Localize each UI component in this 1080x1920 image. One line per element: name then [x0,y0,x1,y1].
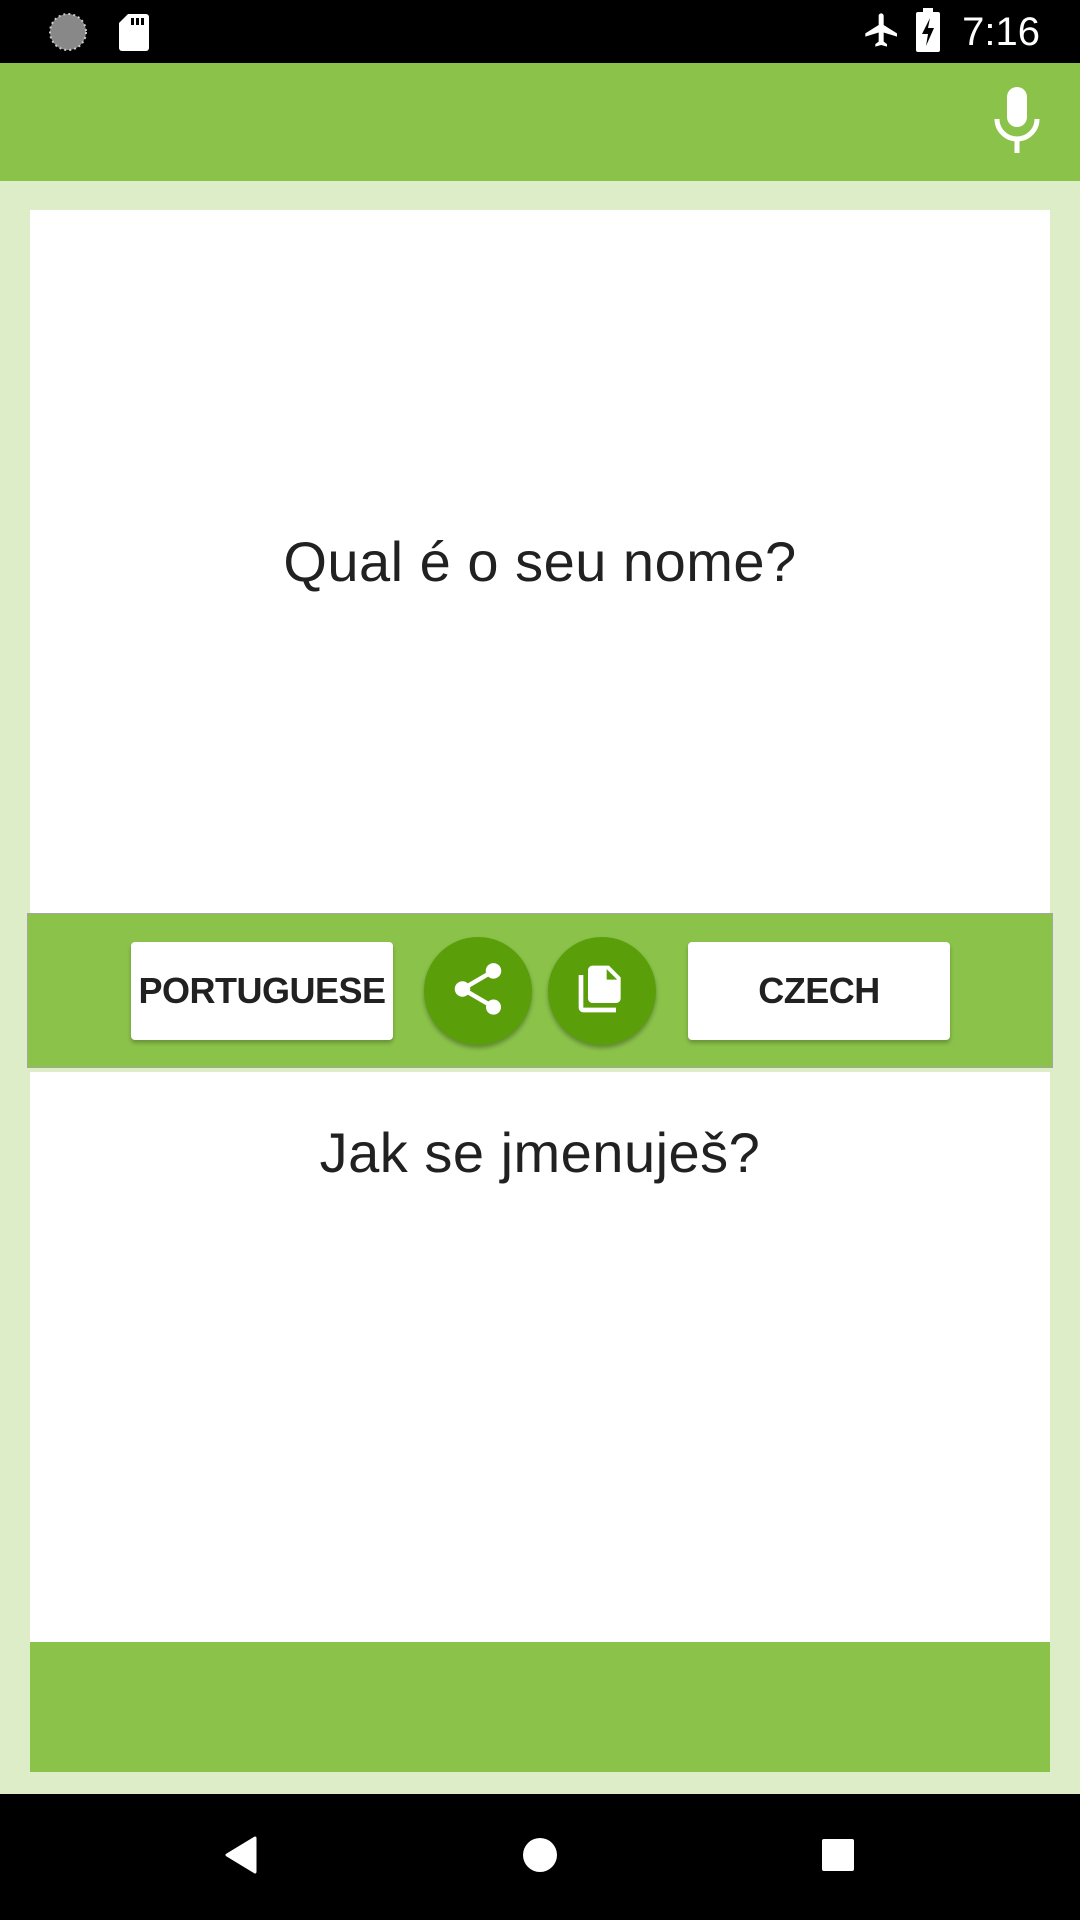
status-bar: 7:16 [0,0,1080,63]
share-button[interactable] [424,937,532,1045]
translation-panel: Jak se jmenuješ? [30,1072,1050,1642]
share-icon [447,958,509,1025]
language-controls-bar: PORTUGUESE CZECH [27,913,1053,1068]
clock: 7:16 [962,10,1040,54]
source-text-panel[interactable]: Qual é o seu nome? [30,210,1050,913]
navigation-bar [0,1794,1080,1920]
battery-charging-icon [916,8,941,57]
translation-text: Jak se jmenuješ? [319,1121,761,1184]
home-button[interactable] [515,1832,565,1882]
recents-button[interactable] [813,1832,863,1882]
source-text: Qual é o seu nome? [283,530,797,593]
back-icon [224,1836,258,1879]
microphone-icon [992,86,1042,158]
back-button[interactable] [216,1832,266,1882]
voice-input-button[interactable] [984,86,1050,158]
recents-icon [821,1838,855,1877]
source-language-button[interactable]: PORTUGUESE [131,942,393,1040]
copy-icon [574,961,630,1022]
target-language-button[interactable]: CZECH [688,942,950,1040]
copy-button[interactable] [548,937,656,1045]
home-icon [522,1837,558,1878]
sd-card-icon [118,12,150,57]
ad-banner[interactable] [30,1642,1050,1772]
app-bar [0,63,1080,181]
airplane-mode-icon [862,8,902,57]
loading-spinner-icon [48,12,88,57]
